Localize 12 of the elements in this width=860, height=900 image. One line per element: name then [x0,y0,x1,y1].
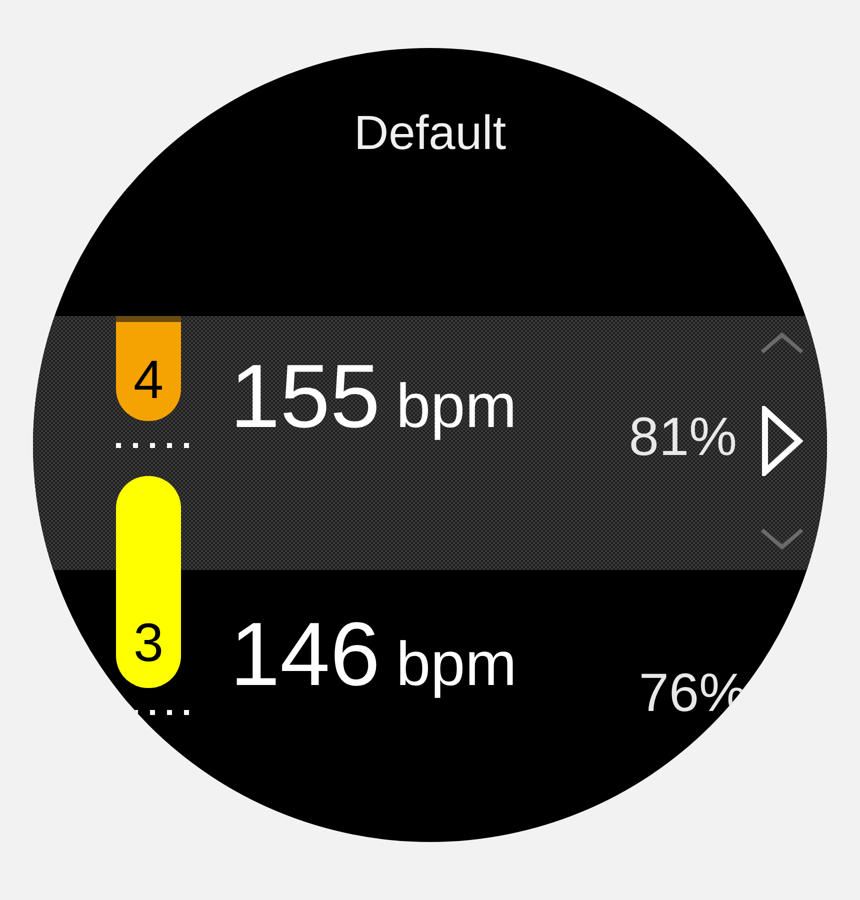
heart-rate-value: 155 [230,352,380,442]
max-hr-percent: 81% [628,410,737,464]
selected-zone-row[interactable]: 4 155 bpm 81% [33,316,827,570]
play-triangle-icon[interactable] [761,406,803,476]
chevron-up-icon[interactable] [760,332,804,354]
zone-badge: 4 [116,316,181,421]
zone-badge: 3 [116,476,181,688]
heart-rate-unit: bpm [396,634,517,696]
heart-rate-unit: bpm [396,376,517,438]
screen-title: Default [354,106,506,162]
heart-rate-value: 146 [230,610,380,700]
chevron-down-icon[interactable] [760,528,804,550]
